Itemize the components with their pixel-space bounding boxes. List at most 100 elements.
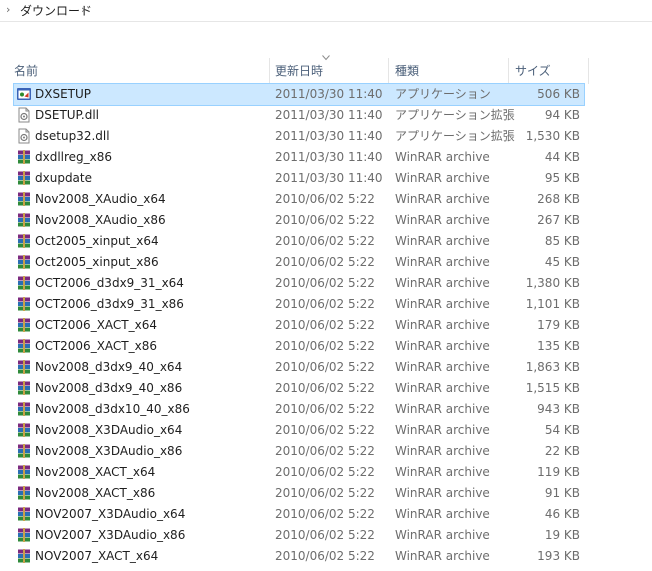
- column-header-date[interactable]: 更新日時: [261, 58, 388, 84]
- file-type: WinRAR archive: [395, 381, 490, 395]
- file-size: 267 KB: [537, 213, 580, 227]
- file-date: 2011/03/30 11:40: [275, 171, 383, 185]
- file-date: 2010/06/02 5:22: [275, 318, 375, 332]
- file-row[interactable]: OCT2006_XACT_x64 2010/06/02 5:22 WinRAR ar…: [14, 315, 584, 336]
- file-row[interactable]: Nov2008_d3dx9_40_x86 2010/06/02 5:22 WinRA…: [14, 378, 584, 399]
- file-date: 2010/06/02 5:22: [275, 297, 375, 311]
- file-size: 135 KB: [537, 339, 580, 353]
- breadcrumb: › ダウンロード ›: [0, 0, 652, 20]
- application-icon: [16, 86, 32, 102]
- winrar-archive-icon: [16, 149, 32, 165]
- file-name: OCT2006_XACT_x86: [35, 339, 157, 353]
- file-row[interactable]: NOV2007_X3DAudio_x64 2010/06/02 5:22 WinRA…: [14, 504, 584, 525]
- chevron-right-icon[interactable]: ›: [6, 3, 10, 16]
- file-row[interactable]: OCT2006_d3dx9_31_x86 2010/06/02 5:22 WinRA…: [14, 294, 584, 315]
- column-header-size[interactable]: サイズ: [501, 58, 588, 84]
- file-name: NOV2007_XACT_x64: [35, 549, 159, 563]
- file-row[interactable]: Nov2008_XAudio_x86 2010/06/02 5:22 WinRAR …: [14, 210, 584, 231]
- file-type: WinRAR archive: [395, 297, 490, 311]
- file-date: 2010/06/02 5:22: [275, 276, 375, 290]
- winrar-archive-icon: [16, 548, 32, 564]
- file-type: WinRAR archive: [395, 213, 490, 227]
- winrar-archive-icon: [16, 485, 32, 501]
- file-type: アプリケーション: [395, 87, 491, 101]
- file-date: 2010/06/02 5:22: [275, 339, 375, 353]
- file-row[interactable]: DXSETUP 2011/03/30 11:40 アプリケーション 506 KB: [13, 83, 585, 106]
- file-type: WinRAR archive: [395, 486, 490, 500]
- file-row[interactable]: dxupdate 2011/03/30 11:40 WinRAR archive 95…: [14, 168, 584, 189]
- file-size: 19 KB: [544, 528, 580, 542]
- file-name: OCT2006_d3dx9_31_x86: [35, 297, 184, 311]
- file-name: dsetup32.dll: [35, 129, 110, 143]
- file-type: アプリケーション拡張: [395, 129, 515, 143]
- file-row[interactable]: Nov2008_XACT_x64 2010/06/02 5:22 WinRAR ar…: [14, 462, 584, 483]
- file-size: 179 KB: [537, 318, 580, 332]
- file-size: 1,530 KB: [525, 129, 580, 143]
- file-size: 1,101 KB: [525, 297, 580, 311]
- file-row[interactable]: Oct2005_xinput_x86 2010/06/02 5:22 WinRAR …: [14, 252, 584, 273]
- file-size: 193 KB: [537, 549, 580, 563]
- winrar-archive-icon: [16, 170, 32, 186]
- file-type: WinRAR archive: [395, 255, 490, 269]
- file-row[interactable]: DSETUP.dll 2011/03/30 11:40 アプリケーション拡張 94 K…: [14, 105, 584, 126]
- file-date: 2010/06/02 5:22: [275, 507, 375, 521]
- file-date: 2010/06/02 5:22: [275, 465, 375, 479]
- file-size: 44 KB: [544, 150, 580, 164]
- file-row[interactable]: dxdllreg_x86 2011/03/30 11:40 WinRAR archi…: [14, 147, 584, 168]
- winrar-archive-icon: [16, 233, 32, 249]
- file-type: WinRAR archive: [395, 192, 490, 206]
- file-size: 943 KB: [537, 402, 580, 416]
- chevron-right-icon[interactable]: ›: [81, 3, 85, 16]
- column-divider[interactable]: [588, 58, 589, 84]
- file-date: 2010/06/02 5:22: [275, 486, 375, 500]
- column-header-name[interactable]: 名前: [0, 58, 269, 84]
- file-row[interactable]: OCT2006_XACT_x86 2010/06/02 5:22 WinRAR ar…: [14, 336, 584, 357]
- file-name: Nov2008_XAudio_x86: [35, 213, 166, 227]
- file-row[interactable]: OCT2006_d3dx9_31_x64 2010/06/02 5:22 WinRA…: [14, 273, 584, 294]
- column-header-type[interactable]: 種類: [381, 58, 508, 84]
- file-type: WinRAR archive: [395, 276, 490, 290]
- file-row[interactable]: Nov2008_d3dx9_40_x64 2010/06/02 5:22 WinRA…: [14, 357, 584, 378]
- divider: [0, 21, 652, 22]
- file-size: 1,380 KB: [525, 276, 580, 290]
- file-type: WinRAR archive: [395, 444, 490, 458]
- file-type: WinRAR archive: [395, 507, 490, 521]
- file-date: 2010/06/02 5:22: [275, 213, 375, 227]
- file-name: DSETUP.dll: [35, 108, 100, 122]
- file-type: WinRAR archive: [395, 339, 490, 353]
- file-date: 2011/03/30 11:40: [275, 150, 383, 164]
- file-row[interactable]: Nov2008_d3dx10_40_x86 2010/06/02 5:22 WinR…: [14, 399, 584, 420]
- column-header-row: 名前 更新日時 種類 サイズ: [0, 55, 652, 84]
- file-type: WinRAR archive: [395, 465, 490, 479]
- file-name: Nov2008_d3dx9_40_x86: [35, 381, 183, 395]
- file-date: 2010/06/02 5:22: [275, 360, 375, 374]
- file-row[interactable]: Nov2008_XAudio_x64 2010/06/02 5:22 WinRAR …: [14, 189, 584, 210]
- file-size: 46 KB: [544, 507, 580, 521]
- file-row[interactable]: Oct2005_xinput_x64 2010/06/02 5:22 WinRAR …: [14, 231, 584, 252]
- file-size: 268 KB: [537, 192, 580, 206]
- winrar-archive-icon: [16, 464, 32, 480]
- file-row[interactable]: NOV2007_X3DAudio_x86 2010/06/02 5:22 WinRA…: [14, 525, 584, 546]
- file-size: 95 KB: [544, 171, 580, 185]
- file-date: 2010/06/02 5:22: [275, 255, 375, 269]
- file-size: 54 KB: [544, 423, 580, 437]
- file-row[interactable]: NOV2007_XACT_x64 2010/06/02 5:22 WinRAR ar…: [14, 546, 584, 567]
- winrar-archive-icon: [16, 443, 32, 459]
- file-row[interactable]: Nov2008_XACT_x86 2010/06/02 5:22 WinRAR ar…: [14, 483, 584, 504]
- file-size: 22 KB: [544, 444, 580, 458]
- file-size: 85 KB: [544, 234, 580, 248]
- file-name: Nov2008_XACT_x86: [35, 486, 156, 500]
- winrar-archive-icon: [16, 422, 32, 438]
- file-type: WinRAR archive: [395, 423, 490, 437]
- file-row[interactable]: dsetup32.dll 2011/03/30 11:40 アプリケーション拡張 1,…: [14, 126, 584, 147]
- winrar-archive-icon: [16, 401, 32, 417]
- file-name: OCT2006_XACT_x64: [35, 318, 157, 332]
- file-type: WinRAR archive: [395, 528, 490, 542]
- file-size: 91 KB: [544, 486, 580, 500]
- file-row[interactable]: Nov2008_X3DAudio_x86 2010/06/02 5:22 WinRA…: [14, 441, 584, 462]
- winrar-archive-icon: [16, 506, 32, 522]
- file-name: dxupdate: [35, 171, 92, 185]
- file-row[interactable]: Nov2008_X3DAudio_x64 2010/06/02 5:22 WinRA…: [14, 420, 584, 441]
- file-date: 2011/03/30 11:40: [275, 129, 383, 143]
- file-name: Oct2005_xinput_x64: [35, 234, 159, 248]
